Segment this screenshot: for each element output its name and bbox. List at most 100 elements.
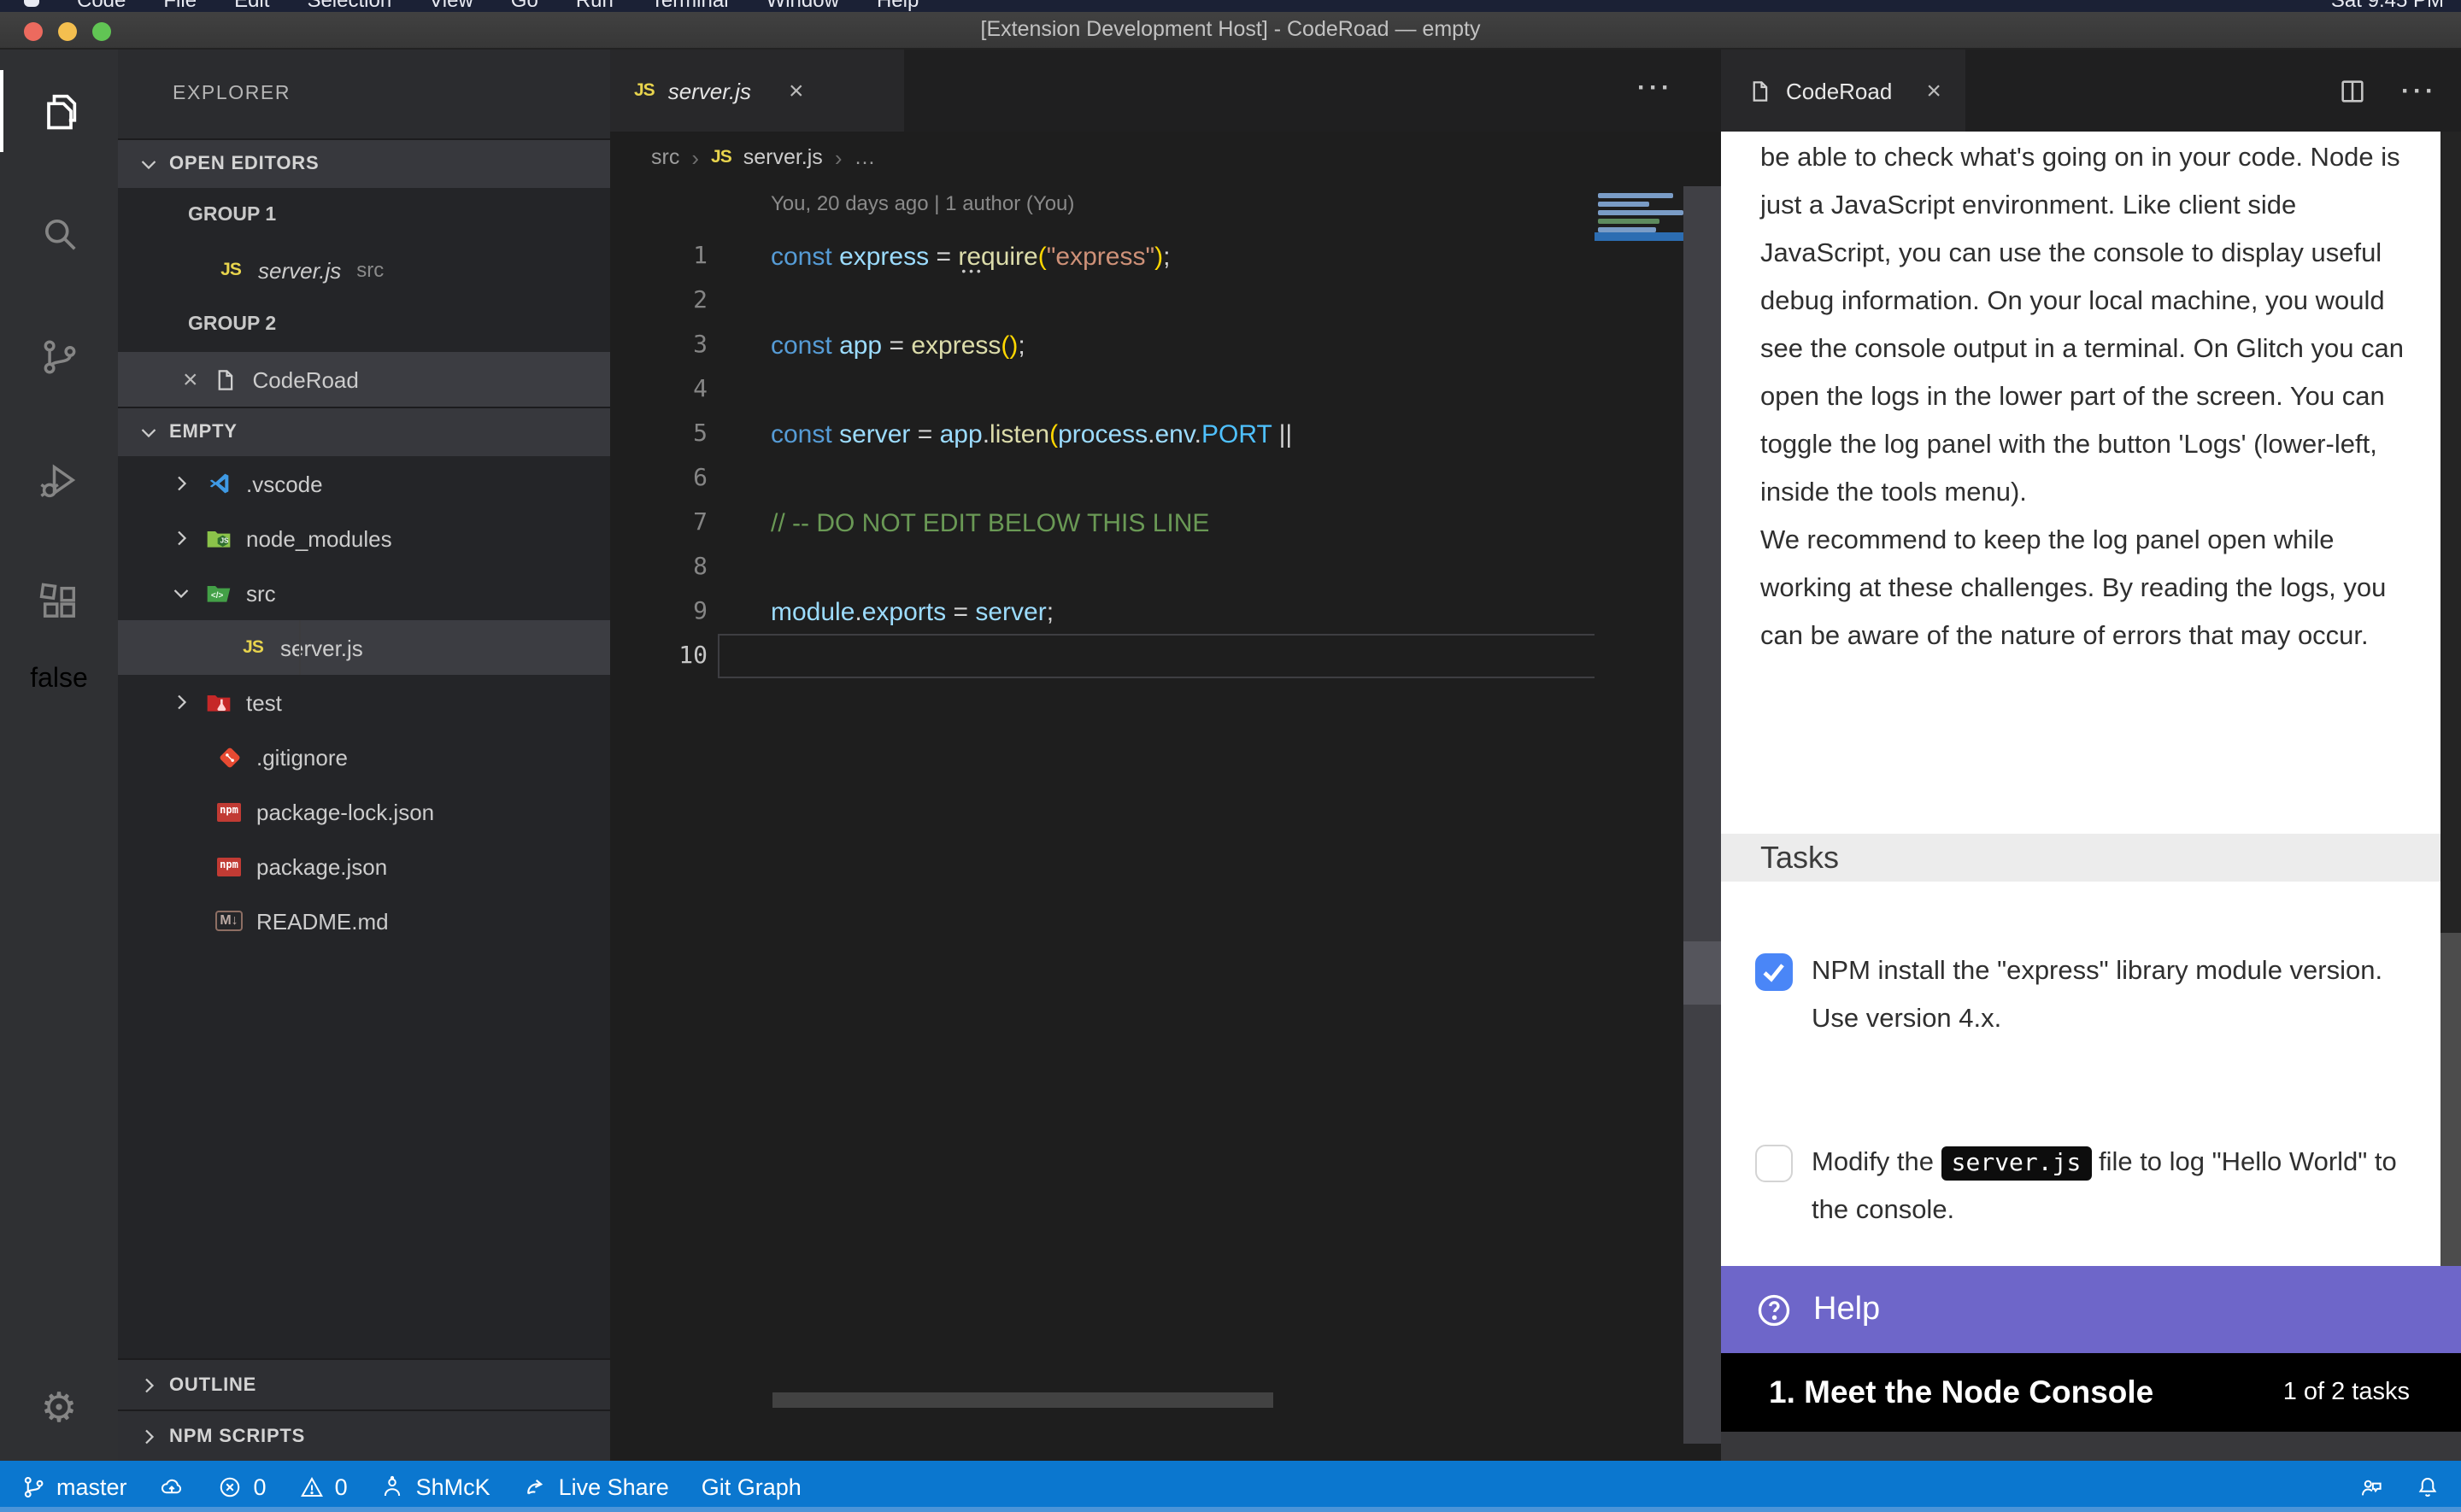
tab-coderoad[interactable]: CodeRoad × xyxy=(1721,50,1965,132)
menu-item-help[interactable]: Help xyxy=(877,0,919,12)
panel-tab-bar: CodeRoad × ··· xyxy=(1721,50,2461,132)
code-line-2[interactable]: 2 xyxy=(610,278,1683,323)
status-master[interactable]: master xyxy=(21,1474,127,1499)
person-icon xyxy=(380,1474,406,1499)
task-checkbox[interactable] xyxy=(1755,1145,1793,1182)
code-line-3[interactable]: 3const app = express(); xyxy=(610,323,1683,367)
tab-server-js[interactable]: JS server.js × xyxy=(610,50,904,132)
help-accordion[interactable]: Help xyxy=(1721,1266,2461,1353)
editor-tab-bar: JS server.js × ··· xyxy=(610,50,1721,132)
window-title-bar: [Extension Development Host] - CodeRoad … xyxy=(0,12,2461,50)
status-git-graph[interactable]: Git Graph xyxy=(702,1474,802,1499)
line-number: 5 xyxy=(610,420,708,448)
open-editors-group-label: GROUP 2 xyxy=(118,297,610,352)
chevron-right-icon xyxy=(171,473,191,494)
activity-search-icon[interactable] xyxy=(0,173,118,296)
current-line-highlight xyxy=(718,634,1683,678)
menu-item-code[interactable]: Code xyxy=(77,0,126,12)
split-editor-icon[interactable] xyxy=(2338,76,2367,105)
apple-menu-icon[interactable] xyxy=(24,0,39,12)
activity-extensions-icon[interactable] xyxy=(0,542,118,665)
tree-item--gitignore[interactable]: .gitignore xyxy=(118,730,610,784)
section-npm-scripts[interactable]: NPM SCRIPTS xyxy=(118,1409,610,1461)
panel-scrollbar[interactable] xyxy=(2440,132,2461,1266)
indent-guide xyxy=(299,620,301,675)
lesson-footer[interactable]: 1. Meet the Node Console 1 of 2 tasks xyxy=(1721,1353,2461,1432)
menu-item-file[interactable]: File xyxy=(163,0,197,12)
menu-item-view[interactable]: View xyxy=(429,0,473,12)
task-text: NPM install the "express" library module… xyxy=(1812,948,2413,1044)
panel-bottom-strip xyxy=(1721,1432,2461,1461)
code-line-4[interactable]: 4 xyxy=(610,367,1683,412)
status-feedback[interactable] xyxy=(2358,1474,2384,1499)
tree-item-readme-md[interactable]: M↓README.md xyxy=(118,894,610,948)
tree-item-test[interactable]: test xyxy=(118,675,610,730)
feedback-icon xyxy=(2358,1474,2384,1499)
close-panel-tab-icon[interactable]: × xyxy=(1926,78,1941,103)
close-editor-icon[interactable]: × xyxy=(183,366,198,392)
task-checkbox[interactable] xyxy=(1755,953,1793,991)
tree-item--vscode[interactable]: .vscode xyxy=(118,456,610,511)
status-bell[interactable] xyxy=(2415,1474,2440,1499)
vertical-scrollbar-thumb[interactable] xyxy=(1683,941,1721,1005)
code-line-8[interactable]: 8 xyxy=(610,545,1683,589)
line-number: 4 xyxy=(610,376,708,403)
minimap-slider[interactable] xyxy=(1595,232,1683,241)
live-share-icon xyxy=(523,1474,549,1499)
line-number: 2 xyxy=(610,287,708,314)
status-shmck[interactable]: ShMcK xyxy=(380,1474,490,1499)
tree-item-node_modules[interactable]: JSnode_modules xyxy=(118,511,610,566)
menu-item-terminal[interactable]: Terminal xyxy=(651,0,729,12)
tree-item-package-json[interactable]: npmpackage.json xyxy=(118,839,610,894)
activity-bar: false⚙ xyxy=(0,50,118,1461)
close-tab-icon[interactable]: × xyxy=(789,78,804,103)
panel-more-actions-icon[interactable]: ··· xyxy=(2401,76,2437,105)
lesson-progress: 1 of 2 tasks xyxy=(2283,1379,2410,1406)
code-line-6[interactable]: 6 xyxy=(610,456,1683,501)
minimap[interactable] xyxy=(1595,186,1683,1444)
folder-section-header[interactable]: EMPTY xyxy=(118,407,610,456)
code-line-1[interactable]: 1const express = require("express"); xyxy=(610,234,1683,278)
tree-item-package-lock-json[interactable]: npmpackage-lock.json xyxy=(118,784,610,839)
line-number: 1 xyxy=(610,243,708,270)
status-0[interactable]: 0 xyxy=(218,1474,267,1499)
editor-more-actions-icon[interactable]: ··· xyxy=(1637,73,1673,103)
section-outline[interactable]: OUTLINE xyxy=(118,1358,610,1409)
breadcrumb-item[interactable]: server.js xyxy=(743,145,823,169)
js-file-icon: JS xyxy=(217,256,244,284)
horizontal-scrollbar-thumb[interactable] xyxy=(772,1392,1273,1408)
line-number: 7 xyxy=(610,509,708,536)
menu-item-run[interactable]: Run xyxy=(576,0,614,12)
status-live-share[interactable]: Live Share xyxy=(523,1474,669,1499)
question-circle-icon xyxy=(1755,1291,1793,1328)
menu-item-go[interactable]: Go xyxy=(511,0,538,12)
activity-source-control-icon[interactable] xyxy=(0,296,118,419)
explorer-sidebar: EXPLORER OPEN EDITORSGROUP 1JSserver.jss… xyxy=(118,50,610,1461)
menu-item-edit[interactable]: Edit xyxy=(234,0,269,12)
activity-run-debug-icon[interactable] xyxy=(0,419,118,542)
code-line-9[interactable]: 9module.exports = server; xyxy=(610,589,1683,634)
tree-item-src[interactable]: </>src xyxy=(118,566,610,620)
codelens-annotation[interactable]: You, 20 days ago | 1 author (You) xyxy=(771,191,1074,215)
open-editor-item-server-js[interactable]: JSserver.jssrc xyxy=(118,243,610,297)
breadcrumb-item[interactable]: … xyxy=(855,145,876,169)
open-editors-group-label: GROUP 1 xyxy=(118,188,610,243)
vertical-scrollbar[interactable] xyxy=(1683,186,1721,1444)
breadcrumb-separator: › xyxy=(691,144,699,170)
lesson-text: be able to check what's going on in your… xyxy=(1760,135,2413,661)
code-line-5[interactable]: 5const server = app.listen(process.env.P… xyxy=(610,412,1683,456)
macos-menu-bar: Code File Edit Selection View Go Run Terminal Wi… xyxy=(0,0,2461,12)
panel-scrollbar-thumb[interactable] xyxy=(2440,933,2461,1266)
menu-item-selection[interactable]: Selection xyxy=(307,0,391,12)
activity-settings-gear-icon[interactable]: ⚙ xyxy=(0,1358,118,1461)
status-0[interactable]: 0 xyxy=(299,1474,348,1499)
activity-files-icon[interactable] xyxy=(0,50,118,173)
open-editor-item-coderoad[interactable]: ×CodeRoad xyxy=(118,352,610,407)
menu-item-window[interactable]: Window xyxy=(766,0,839,12)
breadcrumb-item[interactable]: src xyxy=(651,145,679,169)
chevron-right-icon xyxy=(138,1374,159,1395)
tree-item-server-js[interactable]: JSserver.js xyxy=(118,620,610,675)
status-cloud-upload[interactable] xyxy=(160,1474,185,1499)
open-editors-header[interactable]: OPEN EDITORS xyxy=(118,138,610,188)
code-line-7[interactable]: 7// -- DO NOT EDIT BELOW THIS LINE xyxy=(610,501,1683,545)
